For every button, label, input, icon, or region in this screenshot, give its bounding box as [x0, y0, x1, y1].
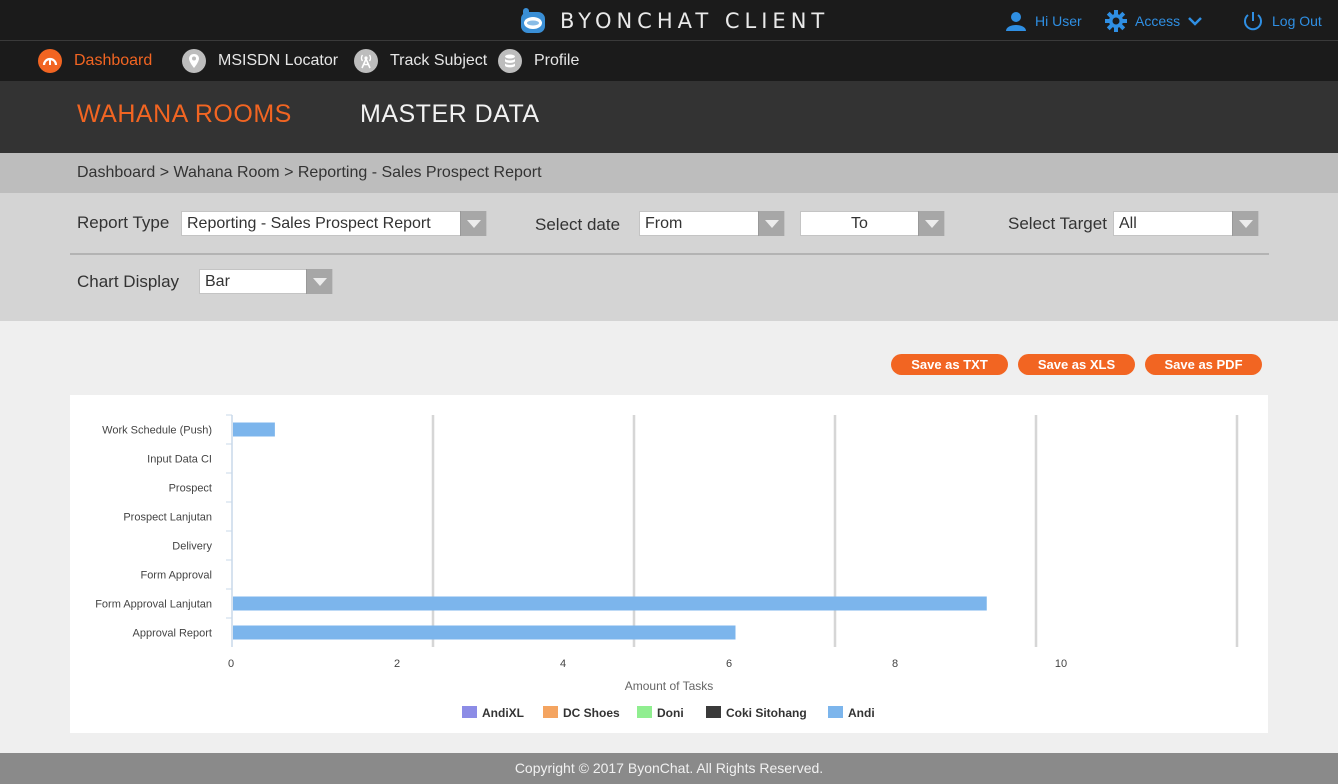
legend-label: Andi [848, 706, 875, 720]
x-tick-label: 2 [394, 658, 400, 670]
bar [233, 422, 275, 437]
nav-label-dashboard: Dashboard [74, 52, 153, 69]
breadcrumb-bar: Dashboard > Wahana Room > Reporting - Sa… [0, 153, 1338, 193]
access-label: Access [1135, 13, 1181, 29]
report-type-value: Reporting - Sales Prospect Report [187, 215, 431, 232]
brand: BYONCHAT CLIENT [520, 6, 829, 36]
legend-swatch [706, 706, 721, 718]
access-menu[interactable]: Access [1105, 8, 1203, 34]
legend-swatch [543, 706, 558, 718]
power-icon [1242, 10, 1264, 32]
filter-divider [70, 253, 1269, 255]
gear-icon [1105, 10, 1127, 32]
logout-label: Log Out [1272, 13, 1322, 29]
legend-swatch [828, 706, 843, 718]
nav-item-track-subject[interactable]: Track Subject [354, 47, 487, 75]
category-label: Prospect [169, 483, 212, 495]
x-tick-label: 0 [228, 658, 234, 670]
dropdown-arrow-icon [1232, 211, 1258, 236]
date-to-select[interactable]: To [800, 211, 945, 236]
save-pdf-button[interactable]: Save as PDF [1145, 354, 1262, 375]
filter-panel: Report Type Reporting - Sales Prospect R… [0, 193, 1338, 321]
category-label: Approval Report [133, 628, 213, 640]
x-tick-label: 6 [726, 658, 732, 670]
nav-label-track-subject: Track Subject [390, 52, 488, 69]
category-label: Form Approval Lanjutan [95, 599, 212, 611]
nav-item-dashboard[interactable]: Dashboard [38, 47, 152, 75]
main-nav: Dashboard MSISDN Locator Track Subject P… [0, 41, 1338, 81]
legend-swatch [637, 706, 652, 718]
dropdown-arrow-icon [306, 269, 332, 294]
date-from-select[interactable]: From [639, 211, 785, 236]
legend-label: Coki Sitohang [726, 706, 807, 720]
x-tick-label: 4 [560, 658, 566, 670]
select-target-label: Select Target [1008, 214, 1107, 233]
user-menu[interactable]: Hi User [1005, 8, 1082, 34]
section-bar: WAHANA ROOMS MASTER DATA [0, 81, 1338, 153]
report-type-select[interactable]: Reporting - Sales Prospect Report [181, 211, 487, 236]
report-type-label: Report Type [77, 213, 170, 232]
category-label: Work Schedule (Push) [102, 425, 212, 437]
chart-panel: Work Schedule (Push) Input Data CI Prospec… [70, 395, 1268, 733]
user-icon [1005, 10, 1027, 32]
date-to-value: To [851, 215, 868, 232]
nav-item-profile[interactable]: Profile [498, 47, 579, 75]
legend-label: Doni [657, 706, 684, 720]
save-xls-button[interactable]: Save as XLS [1018, 354, 1135, 375]
chart-display-select[interactable]: Bar [199, 269, 333, 294]
date-from-value: From [645, 215, 683, 232]
footer: Copyright © 2017 ByonChat. All Rights Re… [0, 753, 1338, 784]
nav-item-msisdn-locator[interactable]: MSISDN Locator [182, 47, 338, 75]
legend-label: DC Shoes [563, 706, 620, 720]
database-icon [498, 49, 522, 73]
dropdown-arrow-icon [758, 211, 784, 236]
x-tick-label: 10 [1055, 658, 1067, 670]
top-bar: BYONCHAT CLIENT Hi User Access Log Out [0, 0, 1338, 41]
select-date-label: Select date [535, 215, 621, 234]
target-select[interactable]: All [1113, 211, 1259, 236]
nav-label-msisdn-locator: MSISDN Locator [218, 52, 339, 69]
category-label: Prospect Lanjutan [123, 512, 212, 524]
dropdown-arrow-icon [918, 211, 944, 236]
chart-display-value: Bar [205, 273, 230, 290]
dashboard-gauge-icon [38, 49, 62, 73]
category-label: Input Data CI [147, 454, 212, 466]
category-label: Form Approval [140, 570, 212, 582]
save-txt-button[interactable]: Save as TXT [891, 354, 1008, 375]
x-tick-label: 8 [892, 658, 898, 670]
legend-swatch [462, 706, 477, 718]
target-value: All [1119, 215, 1137, 232]
x-axis-label: Amount of Tasks [625, 679, 714, 693]
logout-button[interactable]: Log Out [1242, 8, 1322, 34]
chart-display-label: Chart Display [77, 272, 180, 291]
nav-label-profile: Profile [534, 52, 580, 69]
dropdown-arrow-icon [460, 211, 486, 236]
bar-chart: Work Schedule (Push) Input Data CI Prospec… [95, 414, 1239, 720]
chevron-down-icon [1188, 16, 1203, 26]
antenna-icon [354, 49, 378, 73]
app-title: BYONCHAT CLIENT [560, 9, 830, 33]
breadcrumb: Dashboard > Wahana Room > Reporting - Sa… [77, 164, 542, 181]
bar [233, 596, 987, 611]
user-greeting: Hi User [1035, 13, 1082, 29]
tab-master-data[interactable]: MASTER DATA [360, 100, 540, 129]
legend-label: AndiXL [482, 706, 524, 720]
location-pin-icon [182, 49, 206, 73]
bar [233, 625, 736, 640]
tab-wahana-rooms[interactable]: WAHANA ROOMS [77, 100, 292, 129]
category-label: Delivery [172, 541, 212, 553]
byonchat-logo-icon [520, 8, 546, 34]
